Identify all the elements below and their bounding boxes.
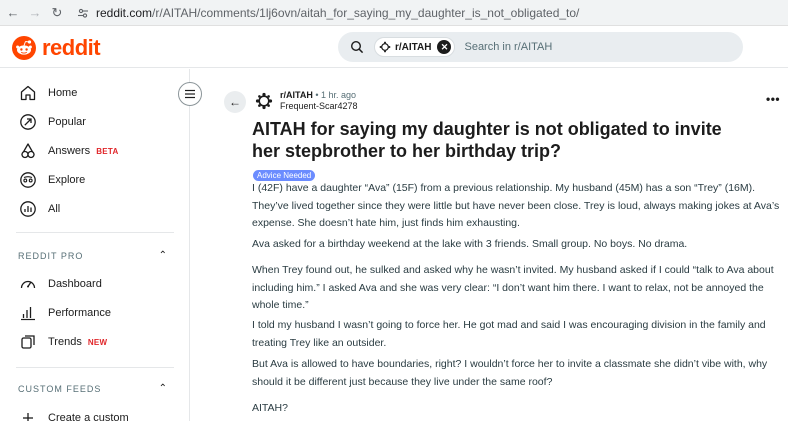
post-paragraph: Ava asked for a birthday weekend at the …: [252, 238, 688, 250]
subreddit-link[interactable]: r/AITAH: [280, 90, 313, 100]
section-title: REDDIT PRO: [18, 250, 84, 261]
sidebar-item-popular[interactable]: Popular: [18, 110, 86, 134]
reddit-logo[interactable]: reddit: [12, 35, 101, 61]
sidebar-item-explore[interactable]: Explore: [18, 168, 85, 192]
sidebar-divider: [16, 367, 174, 368]
post-paragraph: I (42F) have a daughter “Ava” (15F) from…: [252, 182, 780, 229]
explore-icon: [18, 170, 38, 190]
left-sidebar: Home Popular Answers BETA Explore All RE…: [0, 69, 190, 421]
sidebar-item-label: Answers: [48, 145, 91, 157]
sidebar-item-answers[interactable]: Answers BETA: [18, 139, 119, 163]
sidebar-item-trends[interactable]: Trends NEW: [18, 330, 107, 354]
forward-arrow-icon[interactable]: →: [26, 4, 44, 22]
sidebar-item-dashboard[interactable]: Dashboard: [18, 272, 102, 296]
sidebar-item-label: Home: [48, 87, 78, 99]
section-title: CUSTOM FEEDS: [18, 383, 102, 394]
home-icon: [18, 83, 38, 103]
chip-label: r/AITAH: [395, 41, 432, 53]
custom-feeds-section-header[interactable]: CUSTOM FEEDS ⌃: [18, 383, 168, 394]
remove-chip-icon[interactable]: ✕: [437, 40, 452, 54]
post-meta: r/AITAH • 1 hr. ago Frequent-Scar4278: [280, 90, 358, 112]
dashboard-icon: [18, 274, 38, 294]
hamburger-menu-icon: [185, 89, 195, 99]
reddit-pro-section-header[interactable]: REDDIT PRO ⌃: [18, 250, 168, 261]
address-bar[interactable]: reddit.com/r/AITAH/comments/1lj6ovn/aita…: [96, 6, 579, 20]
browser-toolbar: ← → ↻ reddit.com/r/AITAH/comments/1lj6ov…: [0, 0, 788, 26]
popular-icon: [18, 112, 38, 132]
search-input[interactable]: Search in r/AITAH: [464, 41, 552, 53]
url-host: reddit.com: [96, 5, 153, 20]
sidebar-item-label: Popular: [48, 116, 86, 128]
logo-wordmark: reddit: [42, 35, 101, 60]
author-link[interactable]: Frequent-Scar4278: [280, 101, 358, 112]
post-paragraph: When Trey found out, he sulked and asked…: [252, 264, 774, 311]
back-button[interactable]: ←: [224, 91, 246, 113]
collapse-sidebar-button[interactable]: [178, 82, 202, 106]
site-info-icon[interactable]: [76, 6, 90, 20]
sidebar-item-all[interactable]: All: [18, 197, 60, 221]
trends-icon: [18, 332, 38, 352]
sidebar-item-performance[interactable]: Performance: [18, 301, 111, 325]
sidebar-item-label: Create a custom: [48, 412, 129, 421]
answers-icon: [18, 141, 38, 161]
chevron-up-icon[interactable]: ⌃: [159, 383, 168, 394]
sidebar-item-label: Performance: [48, 307, 111, 319]
subreddit-avatar-icon[interactable]: [255, 92, 273, 110]
sidebar-item-label: Dashboard: [48, 278, 102, 290]
sidebar-item-home[interactable]: Home: [18, 81, 77, 105]
subreddit-search-chip[interactable]: r/AITAH ✕: [374, 37, 456, 57]
post-paragraph: I told my husband I wasn’t going to forc…: [252, 319, 766, 349]
sidebar-item-label: Trends: [48, 336, 82, 348]
url-path: /r/AITAH/comments/1lj6ovn/aitah_for_sayi…: [152, 5, 580, 20]
search-icon: [350, 40, 364, 54]
sidebar-item-label: All: [48, 203, 61, 215]
all-icon: [18, 199, 38, 219]
plus-icon: [18, 408, 38, 421]
sidebar-divider: [16, 232, 174, 233]
post-time: • 1 hr. ago: [315, 90, 357, 100]
more-options-icon[interactable]: •••: [766, 92, 780, 106]
post-title: AITAH for saying my daughter is not obli…: [252, 119, 722, 161]
performance-icon: [18, 303, 38, 323]
subreddit-chip-icon: [379, 41, 391, 53]
arrow-left-icon: ←: [229, 95, 241, 109]
sidebar-item-create-custom-feed[interactable]: Create a custom: [18, 406, 129, 421]
reload-icon[interactable]: ↻: [48, 4, 66, 22]
reddit-snoo-icon: [12, 36, 36, 60]
beta-badge: BETA: [96, 146, 119, 156]
new-badge: NEW: [87, 337, 108, 347]
search-bar[interactable]: r/AITAH ✕ Search in r/AITAH: [338, 32, 743, 62]
site-header: reddit r/AITAH ✕ Search in r/AITAH: [0, 26, 788, 68]
post-paragraph: AITAH?: [252, 402, 288, 414]
sidebar-item-label: Explore: [48, 174, 86, 186]
chevron-up-icon[interactable]: ⌃: [159, 250, 168, 261]
back-arrow-icon[interactable]: ←: [4, 4, 22, 22]
post-paragraph: But Ava is allowed to have boundaries, r…: [252, 358, 768, 388]
